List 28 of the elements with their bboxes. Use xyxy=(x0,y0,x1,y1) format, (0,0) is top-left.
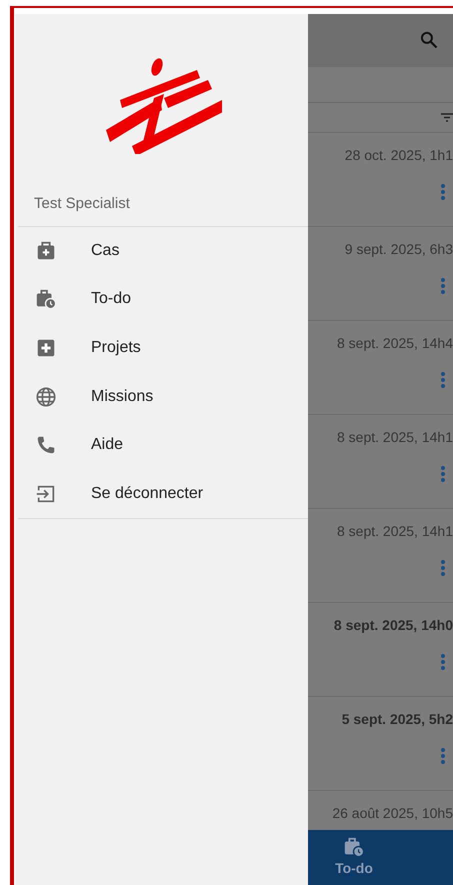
more-icon[interactable] xyxy=(441,278,445,294)
globe-icon xyxy=(35,386,57,408)
more-icon[interactable] xyxy=(441,654,445,670)
briefcase-clock-icon xyxy=(35,288,57,310)
date-text: 26 août 2025, 10h5 xyxy=(332,804,453,823)
more-icon[interactable] xyxy=(441,560,445,576)
drawer-item[interactable]: To-do xyxy=(15,275,308,324)
date-text: 28 oct. 2025, 1h1 xyxy=(344,146,453,165)
drawer-item[interactable]: Cas xyxy=(15,226,308,276)
drawer-item[interactable]: Projets xyxy=(15,324,308,372)
date-text: 9 sept. 2025, 6h3 xyxy=(344,240,453,259)
more-icon[interactable] xyxy=(441,748,445,764)
drawer-item[interactable]: Missions xyxy=(15,372,308,421)
more-icon[interactable] xyxy=(441,184,445,200)
date-text: 8 sept. 2025, 14h0 xyxy=(334,616,453,635)
more-icon[interactable] xyxy=(441,466,445,482)
briefcase-clock-icon xyxy=(342,836,366,858)
filter-icon[interactable] xyxy=(441,112,453,122)
search-icon[interactable] xyxy=(419,30,439,50)
drawer-item[interactable]: Se déconnecter xyxy=(15,469,308,518)
date-text: 8 sept. 2025, 14h1 xyxy=(337,428,453,447)
date-text: 5 sept. 2025, 5h2 xyxy=(342,710,453,729)
drawer-item[interactable]: Aide xyxy=(15,420,308,470)
date-text: 8 sept. 2025, 14h4 xyxy=(337,334,453,353)
date-text: 8 sept. 2025, 14h1 xyxy=(337,522,453,541)
user-name: Test Specialist xyxy=(33,194,131,214)
medkit-icon xyxy=(35,240,57,262)
more-icon[interactable] xyxy=(441,372,445,388)
